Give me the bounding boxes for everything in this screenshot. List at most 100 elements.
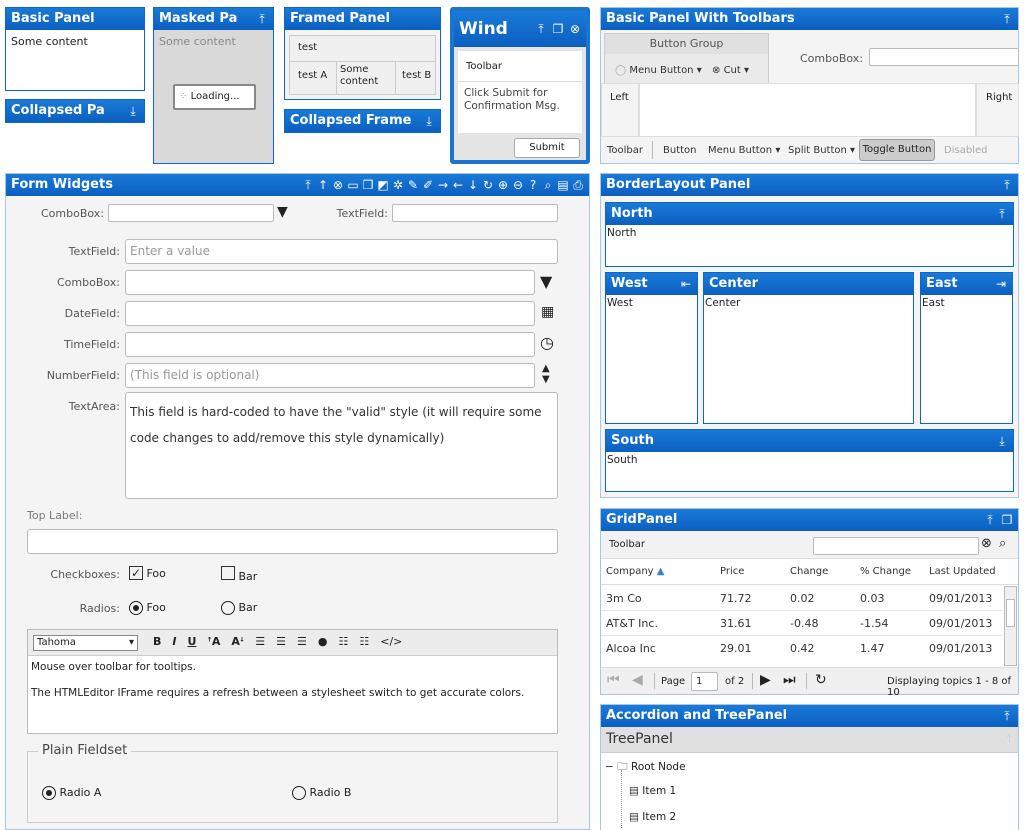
help-icon[interactable]: ? bbox=[526, 174, 540, 196]
maximize-icon[interactable]: ◩ bbox=[376, 174, 390, 196]
shrink-font-icon[interactable]: Aꜜ bbox=[231, 635, 244, 648]
bold-icon[interactable]: B bbox=[153, 635, 161, 648]
unpin-icon[interactable]: ✐ bbox=[421, 174, 435, 196]
unordered-list-icon[interactable]: ☷ bbox=[359, 635, 369, 648]
collapse-icon[interactable]: ⤒ bbox=[1000, 8, 1014, 30]
collapse-icon[interactable]: ⤒ bbox=[1007, 731, 1012, 746]
split-button[interactable]: Split Button ▾ bbox=[788, 145, 855, 156]
collapsed-frame[interactable]: Collapsed Frame ⤓ bbox=[284, 109, 441, 133]
spinner-arrows-icon[interactable]: ▲ ▼ bbox=[542, 363, 550, 385]
underline-icon[interactable]: U bbox=[187, 635, 196, 648]
left-icon[interactable]: ← bbox=[451, 174, 465, 196]
ordered-list-icon[interactable]: ☷ bbox=[339, 635, 349, 648]
column-header-last-updated[interactable]: Last Updated bbox=[929, 566, 996, 577]
align-right-icon[interactable]: ☰ bbox=[297, 635, 307, 648]
datefield-input[interactable] bbox=[125, 301, 535, 326]
numberfield-input[interactable]: (This field is optional) bbox=[125, 363, 535, 388]
grow-font-icon[interactable]: ꜛA bbox=[207, 635, 220, 648]
combobox-input[interactable] bbox=[125, 270, 535, 295]
toggle-button[interactable]: Toggle Button bbox=[859, 139, 935, 161]
collapse-icon[interactable]: ⤒ bbox=[534, 11, 548, 47]
plus-icon[interactable]: ⊕ bbox=[496, 174, 510, 196]
radio-foo[interactable]: Foo bbox=[129, 601, 166, 615]
up-icon[interactable]: ↑ bbox=[316, 174, 330, 196]
textfield-input[interactable]: Enter a value bbox=[125, 239, 558, 264]
collapsed-panel-header[interactable]: Collapsed Pa ⤓ bbox=[6, 100, 144, 122]
source-edit-icon[interactable]: </> bbox=[380, 635, 402, 648]
grid-scrollbar[interactable] bbox=[1004, 586, 1017, 666]
restore-icon[interactable]: ❐ bbox=[551, 11, 565, 47]
radio-a[interactable]: Radio A bbox=[42, 786, 101, 800]
search-icon[interactable]: ⌕ bbox=[999, 536, 1006, 551]
timefield-input[interactable] bbox=[125, 332, 535, 357]
plain-button[interactable]: Button bbox=[663, 145, 697, 156]
close-icon[interactable]: ⊗ bbox=[568, 11, 582, 47]
gear-icon[interactable]: ✲ bbox=[391, 174, 405, 196]
font-select[interactable]: Tahoma ▾ bbox=[33, 635, 138, 651]
refresh-icon[interactable]: ↻ bbox=[815, 672, 827, 688]
clock-icon[interactable]: ◷ bbox=[540, 333, 554, 352]
restore-icon[interactable]: ❐ bbox=[1000, 509, 1014, 531]
tree-item[interactable]: ▤ Item 2 bbox=[629, 811, 676, 823]
combobox-input[interactable] bbox=[869, 48, 1019, 66]
column-header-change[interactable]: Change bbox=[790, 566, 828, 577]
align-center-icon[interactable]: ☰ bbox=[276, 635, 286, 648]
right-icon[interactable]: → bbox=[436, 174, 450, 196]
column-header-company[interactable]: Company ▲ bbox=[606, 566, 664, 577]
checkbox-bar[interactable]: Bar bbox=[221, 566, 257, 583]
tree-root-node[interactable]: − 🗀 Root Node bbox=[605, 759, 686, 777]
minimize-icon[interactable]: ▭ bbox=[346, 174, 360, 196]
collapse-icon[interactable]: ⤒ bbox=[995, 203, 1009, 225]
close-icon[interactable]: ⊗ bbox=[331, 174, 345, 196]
column-header-pct-change[interactable]: % Change bbox=[860, 566, 911, 577]
prev-page-icon[interactable]: ◀ bbox=[632, 672, 643, 688]
collapse-right-icon[interactable]: ⇥ bbox=[994, 273, 1008, 295]
down-icon[interactable]: ↓ bbox=[466, 174, 480, 196]
collapse-icon[interactable]: ⤒ bbox=[255, 8, 269, 30]
chevron-down-icon[interactable]: ▼ bbox=[277, 204, 288, 220]
expand-icon[interactable]: ⤓ bbox=[995, 430, 1009, 452]
save-icon[interactable]: ▤ bbox=[556, 174, 570, 196]
expand-icon[interactable]: ⤓ bbox=[422, 110, 436, 132]
collapsed-frame-header[interactable]: Collapsed Frame ⤓ bbox=[285, 110, 440, 132]
search-icon[interactable]: ⌕ bbox=[541, 174, 555, 196]
textarea-input[interactable]: This field is hard-coded to have the "va… bbox=[125, 392, 558, 499]
column-header-price[interactable]: Price bbox=[720, 566, 744, 577]
calendar-icon[interactable]: ▦ bbox=[541, 304, 554, 320]
table-row[interactable]: AT&T Inc. 31.61 -0.48 -1.54 09/01/2013 bbox=[601, 611, 1003, 636]
italic-icon[interactable]: I bbox=[172, 635, 176, 648]
first-page-icon[interactable]: ⏮ bbox=[607, 672, 620, 688]
collapse-icon[interactable]: ⤒ bbox=[301, 174, 315, 196]
collapsed-panel[interactable]: Collapsed Pa ⤓ bbox=[5, 99, 145, 123]
collapse-icon[interactable]: ⤒ bbox=[983, 509, 997, 531]
checkbox-foo[interactable]: ✓ Foo bbox=[129, 566, 166, 580]
page-input[interactable]: 1 bbox=[691, 672, 718, 691]
last-page-icon[interactable]: ⏭ bbox=[783, 672, 796, 688]
top-textfield-input[interactable] bbox=[392, 204, 558, 222]
pin-icon[interactable]: ✎ bbox=[406, 174, 420, 196]
next-page-icon[interactable]: ▶ bbox=[760, 672, 771, 688]
collapse-left-icon[interactable]: ⇤ bbox=[679, 273, 693, 295]
top-label-input[interactable] bbox=[27, 529, 558, 554]
menu-button[interactable]: ◯ Menu Button ▾ bbox=[615, 65, 702, 76]
clear-icon[interactable]: ⊗ bbox=[981, 536, 992, 551]
radio-bar[interactable]: Bar bbox=[221, 601, 257, 615]
grid-search-input[interactable] bbox=[813, 537, 979, 555]
cut-button[interactable]: ⊗ Cut ▾ bbox=[712, 65, 749, 76]
print-icon[interactable]: ⎙ bbox=[571, 174, 585, 196]
table-row[interactable]: Alcoa Inc 29.01 0.42 1.47 09/01/2013 bbox=[601, 636, 1003, 661]
restore-icon[interactable]: ❐ bbox=[361, 174, 375, 196]
top-combobox-input[interactable] bbox=[108, 204, 274, 222]
tree-item[interactable]: ▤ Item 1 bbox=[629, 785, 676, 797]
treepanel-header[interactable]: TreePanel ⤒ bbox=[601, 727, 1018, 753]
table-row[interactable]: 3m Co 71.72 0.02 0.03 09/01/2013 bbox=[601, 586, 1003, 611]
expand-icon[interactable]: ⤓ bbox=[126, 100, 140, 122]
scrollbar-thumb[interactable] bbox=[1006, 599, 1015, 627]
link-icon[interactable]: ● bbox=[318, 635, 328, 648]
collapse-icon[interactable]: ⤒ bbox=[1000, 705, 1014, 727]
tree-collapse-icon[interactable]: − bbox=[605, 761, 614, 773]
minus-icon[interactable]: ⊖ bbox=[511, 174, 525, 196]
align-left-icon[interactable]: ☰ bbox=[255, 635, 265, 648]
chevron-down-icon[interactable]: ▼ bbox=[540, 272, 552, 291]
menu-button-2[interactable]: Menu Button ▾ bbox=[708, 145, 780, 156]
